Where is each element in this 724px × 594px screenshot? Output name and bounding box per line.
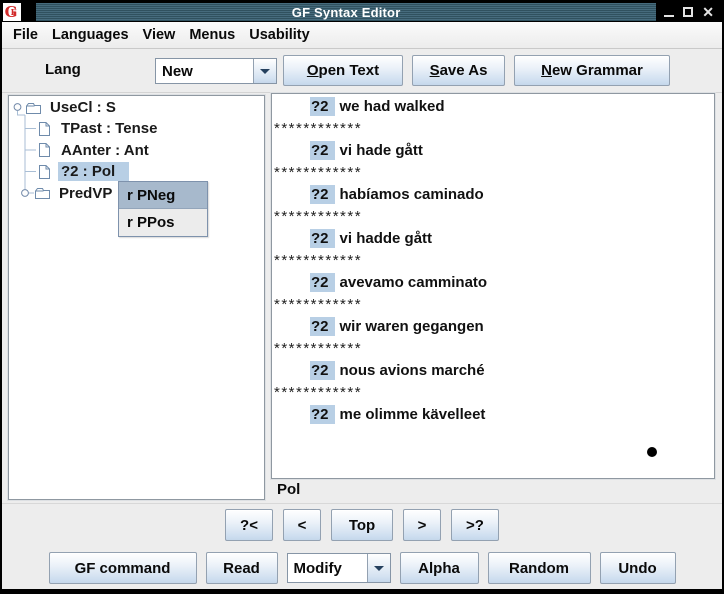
separator-line: ************ [273,205,713,229]
gf-syntax-editor-window: G F GF Syntax Editor ✕ File Languages Vi… [0,0,724,594]
tree-item-predvp[interactable]: PredVP [34,183,115,204]
linearization-line: ?2me olimme kävelleet [273,405,713,425]
new-grammar-button[interactable]: New Grammar [514,55,670,86]
metavariable-token[interactable]: ?2 [310,229,335,248]
window-title: GF Syntax Editor [292,5,401,20]
refinement-popup-menu: r PNeg r PPos [118,181,208,237]
linearization-line: ?2we had walked [273,97,713,117]
navigation-button-row: ?< < Top > >? [2,509,722,541]
tree-item-label: UseCl : S [47,98,119,117]
menu-view[interactable]: View [136,24,183,46]
separator-line: ************ [273,249,713,273]
window-controls: ✕ [658,5,722,19]
chevron-down-icon [260,69,270,74]
tree-item-label: PredVP [56,184,115,203]
svg-text:F: F [11,7,17,17]
tree-item-label: TPast : Tense [58,119,160,138]
file-icon [36,164,53,180]
modify-combobox[interactable]: Modify [287,553,391,583]
chevron-down-icon [374,566,384,571]
language-combobox[interactable]: New [155,58,277,84]
prev-metavariable-button[interactable]: ?< [225,509,273,541]
linearization-line: ?2habíamos caminado [273,185,713,205]
gf-command-button[interactable]: GF command [49,552,197,584]
metavariable-token[interactable]: ?2 [310,317,335,336]
file-icon [36,121,53,137]
combobox-dropdown-button[interactable] [253,59,276,83]
metavariable-token[interactable]: ?2 [310,273,335,292]
random-button[interactable]: Random [488,552,591,584]
popup-item-ppos[interactable]: r PPos [119,209,207,236]
linearization-lines: ?2we had walked ************ ?2vi hade g… [273,97,713,425]
linearization-line: ?2nous avions marché [273,361,713,381]
separator-line: ************ [273,337,713,361]
file-icon [36,142,53,158]
tree-item-label-selected: ?2 : Pol [58,162,129,181]
tree-item-label: AAnter : Ant [58,141,152,160]
title-strip: GF Syntax Editor [36,3,656,21]
linearization-line: ?2avevamo camminato [273,273,713,293]
read-button[interactable]: Read [206,552,278,584]
undo-button[interactable]: Undo [600,552,676,584]
linearization-line: ?2vi hadde gått [273,229,713,249]
save-as-button[interactable]: Save As [412,55,505,86]
popup-item-pneg[interactable]: r PNeg [119,182,207,209]
lang-label: Lang [45,61,81,78]
open-text-button[interactable]: Open Text [283,55,403,86]
command-button-row: GF command Read Modify Alpha Random Undo [2,552,722,584]
top-button[interactable]: Top [331,509,393,541]
cursor-dot [647,447,657,457]
menu-menus[interactable]: Menus [182,24,242,46]
metavariable-token[interactable]: ?2 [310,405,335,424]
close-icon[interactable]: ✕ [702,5,714,19]
prev-node-button[interactable]: < [283,509,321,541]
tree-item-usecl[interactable]: UseCl : S [25,97,119,118]
minimize-icon[interactable] [664,8,674,17]
separator-line: ************ [273,161,713,185]
folder-icon [25,100,42,116]
syntax-tree-panel: UseCl : S TPast : Tense AAnter : Ant ?2 … [8,95,265,500]
menu-usability[interactable]: Usability [242,24,316,46]
folder-icon [34,185,51,201]
title-bar: G F GF Syntax Editor ✕ [2,2,722,22]
linearization-line: ?2vi hade gått [273,141,713,161]
separator-line: ************ [273,293,713,317]
metavariable-token[interactable]: ?2 [310,361,335,380]
combobox-dropdown-button[interactable] [367,554,390,582]
linearization-line: ?2wir waren gegangen [273,317,713,337]
tree-collapsed-handle-icon [22,190,29,197]
tree-item-tpast[interactable]: TPast : Tense [36,118,160,139]
menu-languages[interactable]: Languages [45,24,136,46]
tree-item-metavariable-pol[interactable]: ?2 : Pol [36,161,129,182]
language-combobox-value: New [156,59,253,83]
separator-line: ************ [273,381,713,405]
next-metavariable-button[interactable]: >? [451,509,499,541]
metavariable-token[interactable]: ?2 [310,141,335,160]
tree-expanded-handle-icon [14,104,21,111]
divider [2,503,722,504]
tree-item-aanter[interactable]: AAnter : Ant [36,140,152,161]
toolbar: Lang New Open Text Save As New Grammar [2,50,722,93]
menu-file[interactable]: File [6,24,45,46]
linearization-panel[interactable]: ?2we had walked ************ ?2vi hade g… [271,93,715,479]
menu-bar: File Languages View Menus Usability [2,22,722,49]
alpha-button[interactable]: Alpha [400,552,479,584]
modify-combobox-value: Modify [288,554,367,582]
separator-line: ************ [273,117,713,141]
metavariable-token[interactable]: ?2 [310,97,335,116]
gf-logo-icon: G F [3,3,21,21]
maximize-icon[interactable] [683,7,693,17]
focused-category-label: Pol [277,480,300,500]
metavariable-token[interactable]: ?2 [310,185,335,204]
next-node-button[interactable]: > [403,509,441,541]
